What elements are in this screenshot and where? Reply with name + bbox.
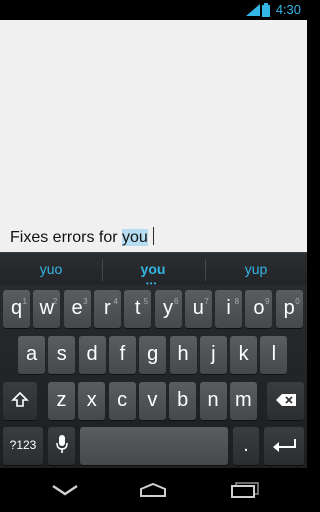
key-x[interactable]: x [78,382,106,420]
key-r[interactable]: r4 [93,290,121,328]
key-v[interactable]: v [138,382,166,420]
key-label: u [192,297,204,319]
key-hint: 6 [174,297,179,306]
key-label: e [71,297,83,319]
key-label: x [86,389,97,411]
navigation-bar [0,468,307,512]
key-f[interactable]: f [108,336,136,374]
symbols-key[interactable]: ?123 [3,427,43,465]
key-label: s [56,343,67,365]
key-u[interactable]: u7 [184,290,212,328]
key-j[interactable]: j [199,336,227,374]
key-label: h [177,343,189,365]
period-key[interactable]: . [233,427,259,465]
backspace-icon [275,394,296,406]
key-label: d [86,343,98,365]
key-e[interactable]: e3 [63,290,91,328]
key-hint: 1 [22,297,27,306]
status-time: 4:30 [275,2,301,17]
key-label: y [163,297,173,319]
delete-key[interactable] [267,382,304,420]
key-k[interactable]: k [230,336,258,374]
suggestion-strip: yuo you ••• yup [0,252,307,288]
key-label: t [134,297,141,319]
signal-icon [246,4,260,16]
key-label: a [25,343,38,365]
key-label: p [283,297,295,319]
enter-icon [273,439,296,452]
key-w[interactable]: w2 [33,290,61,328]
space-key[interactable] [80,427,228,465]
key-q[interactable]: q1 [3,290,30,328]
key-label: j [211,343,216,365]
enter-key[interactable] [264,427,304,465]
key-hint: 5 [143,297,149,306]
key-d[interactable]: d [78,336,106,374]
key-hint: 9 [264,297,270,306]
key-hint: 2 [52,297,58,306]
key-i[interactable]: i8 [215,290,243,328]
editor-text[interactable]: Fixes errors for you [10,227,154,248]
key-hint: 3 [83,297,88,306]
key-label: f [119,343,126,365]
key-y[interactable]: y6 [154,290,182,328]
key-t[interactable]: t5 [124,290,152,328]
home-icon[interactable] [138,482,168,498]
key-hint: 8 [234,297,240,306]
shift-key[interactable] [3,382,37,420]
key-hint: 7 [204,297,209,306]
key-o[interactable]: o9 [245,290,273,328]
key-p[interactable]: p0 [275,290,303,328]
key-h[interactable]: h [169,336,197,374]
key-label: o [253,297,265,319]
key-label: i [226,297,231,319]
suggestion-center[interactable]: you [102,261,204,277]
key-label: g [147,343,159,365]
key-label: l [271,343,277,365]
key-label: c [117,389,128,411]
key-n[interactable]: n [199,382,227,420]
key-label: k [238,343,249,365]
key-label: r [104,297,111,319]
key-hint: 4 [113,297,118,306]
key-c[interactable]: c [108,382,136,420]
key-a[interactable]: a [18,336,45,374]
key-l[interactable]: l [260,336,288,374]
microphone-icon [55,435,68,453]
back-icon[interactable] [52,484,78,496]
key-m[interactable]: m [229,382,257,420]
battery-icon [262,3,270,17]
key-label: b [177,389,189,411]
key-g[interactable]: g [139,336,167,374]
soft-keyboard: yuo you ••• yup ?123 . q1w2e3r4t5y6u 7 i… [0,252,307,468]
key-z[interactable]: z [48,382,75,420]
key-label: n [207,389,219,411]
suggestion-left[interactable]: yuo [0,261,102,277]
editor-highlighted-word: you [122,229,148,246]
text-cursor [152,227,154,245]
status-bar: 4:30 [0,0,307,20]
key-s[interactable]: s [48,336,76,374]
shift-icon [11,391,29,407]
key-label: v [147,389,158,411]
key-label: w [39,297,55,319]
key-b[interactable]: b [169,382,197,420]
key-hint: 0 [295,297,300,306]
key-label: q [10,297,23,319]
editor-text-before: Fixes errors for [10,229,123,246]
key-label: z [56,389,67,411]
voice-input-key[interactable] [48,427,75,465]
text-editor-area[interactable]: Fixes errors for you [0,20,307,252]
suggestion-right[interactable]: yup [205,261,307,277]
recent-apps-icon[interactable] [230,482,260,498]
key-label: m [234,389,252,411]
